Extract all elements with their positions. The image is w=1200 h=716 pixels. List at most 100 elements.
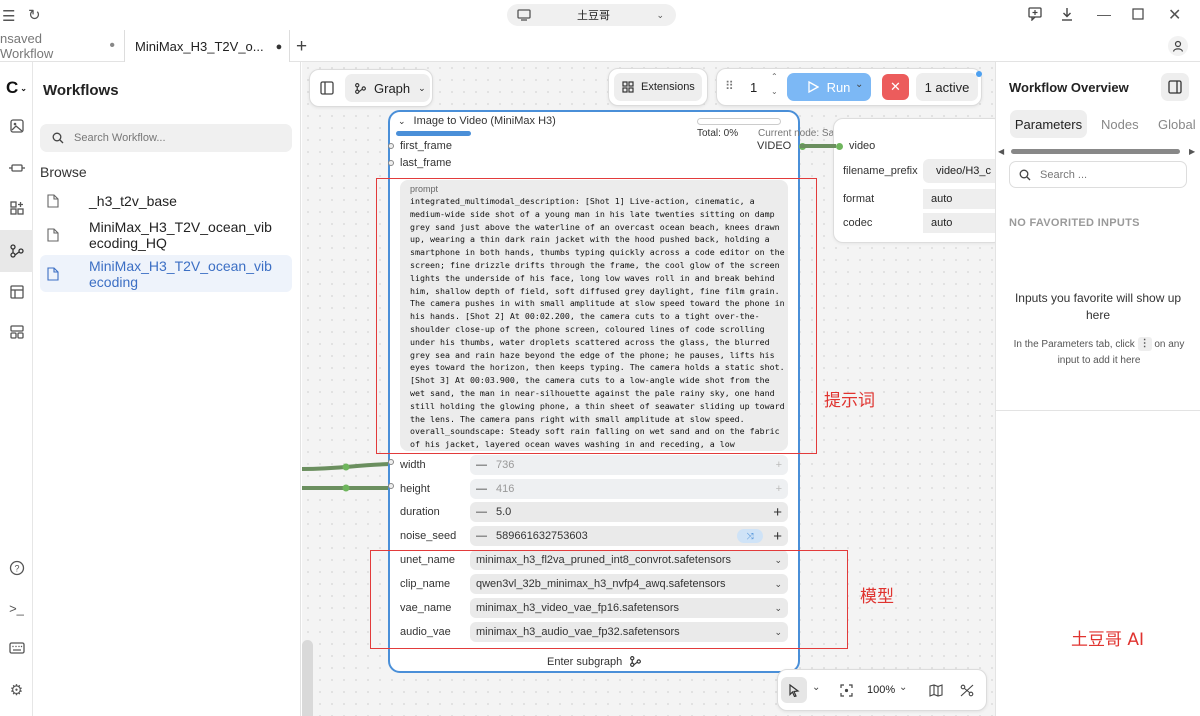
extensions-button[interactable]: Extensions — [614, 73, 702, 101]
minimap-icon[interactable] — [929, 684, 943, 702]
seed-value[interactable]: 589661632753603 — [496, 530, 588, 542]
filename-prefix-input[interactable]: video/H3_c — [923, 159, 995, 183]
panel-toggle-icon[interactable] — [320, 81, 334, 100]
user-avatar[interactable] — [1168, 36, 1188, 56]
select-pointer-button[interactable] — [781, 677, 807, 703]
app-title: 土豆哥 — [577, 10, 610, 22]
height-value[interactable]: 416 — [496, 483, 514, 495]
feedback-icon[interactable] — [1028, 7, 1042, 21]
run-toolbar: ⠿ 1 ⌃ ⌄ Run ⌄ ✕ 1 active — [716, 68, 982, 106]
widget-height[interactable]: height — 416 + — [395, 479, 795, 499]
right-panel-lower: 土豆哥 AI — [995, 410, 1200, 716]
decrement-icon[interactable]: — — [476, 506, 492, 518]
app-title-switcher[interactable]: 土豆哥 ⌄ — [507, 4, 676, 26]
toggle-panel-button[interactable] — [1161, 73, 1189, 101]
increment-icon[interactable]: + — [773, 528, 782, 545]
new-tab-plus-icon[interactable]: + — [296, 36, 307, 58]
workflows-icon[interactable] — [0, 230, 33, 272]
workflow-item-active[interactable]: MiniMax_H3_T2V_ocean_vib ecoding — [40, 255, 292, 292]
widget-width[interactable]: width — 736 + — [395, 455, 795, 475]
watermark-label: 土豆哥 AI — [1071, 630, 1145, 650]
fit-view-icon[interactable] — [840, 684, 853, 702]
width-value[interactable]: 736 — [496, 459, 514, 471]
decrement-icon[interactable]: — — [476, 459, 492, 471]
tab-parameters[interactable]: Parameters — [1010, 110, 1087, 138]
link-midpoint[interactable] — [342, 463, 350, 471]
workflow-item[interactable]: _h3_t2v_base — [40, 193, 292, 209]
increment-icon[interactable]: + — [773, 504, 782, 521]
randomize-shuffle-icon[interactable]: ⤨ — [737, 529, 764, 543]
total-progress-bar — [697, 118, 781, 125]
chevron-down-icon[interactable]: ⌄ — [812, 682, 820, 693]
subgraph-icon — [630, 656, 642, 667]
format-select[interactable]: auto — [923, 189, 995, 209]
terminal-icon[interactable]: >_ — [0, 590, 33, 626]
tab-unsaved-workflow[interactable]: nsaved Workflow • — [0, 30, 125, 62]
menu-icon[interactable]: ☰ — [2, 7, 15, 25]
link-midpoint[interactable] — [342, 484, 350, 492]
codec-select[interactable]: auto — [923, 213, 995, 233]
queue-count-input[interactable]: 1 — [750, 80, 757, 95]
images-icon[interactable] — [0, 108, 33, 144]
collapse-chevron-icon[interactable]: ⌄ — [398, 116, 406, 127]
stop-button[interactable]: ✕ — [882, 74, 909, 100]
input-slot-video[interactable]: video — [836, 140, 875, 152]
widget-noise-seed[interactable]: noise_seed — 589661632753603 ⤨ + — [395, 526, 795, 546]
widget-label: codec — [843, 217, 873, 229]
graph-mode-dropdown[interactable]: Graph ⌄ — [345, 74, 430, 102]
empty-heading: NO FAVORITED INPUTS — [1009, 217, 1140, 229]
comfy-logo-icon[interactable]: C ⌄ — [0, 70, 33, 106]
output-slot-video[interactable]: VIDEO — [757, 140, 807, 152]
increment-icon[interactable]: + — [776, 483, 782, 495]
workflow-item[interactable]: MiniMax_H3_T2V_ocean_vib ecoding_HQ — [40, 219, 292, 251]
maximize-icon[interactable] — [1132, 8, 1144, 20]
slot-label: video — [849, 140, 876, 152]
scroll-left-icon[interactable]: ◀ — [998, 147, 1004, 156]
tabs-scrollbar[interactable] — [1011, 149, 1180, 154]
active-queue-button[interactable]: 1 active — [916, 73, 978, 101]
node-library-icon[interactable] — [0, 190, 33, 226]
tab-nodes[interactable]: Nodes — [1101, 117, 1139, 132]
hide-links-icon[interactable] — [960, 684, 974, 702]
decrement-icon[interactable]: ⌄ — [771, 87, 778, 96]
widget-duration[interactable]: duration — 5.0 + — [395, 502, 795, 522]
enter-subgraph-button[interactable]: Enter subgraph — [547, 655, 642, 668]
drag-handle-icon[interactable]: ⠿ — [725, 79, 734, 93]
increment-icon[interactable]: ⌃ — [771, 72, 778, 81]
input-slot-first-frame[interactable]: first_frame — [388, 140, 452, 152]
node-title-bar[interactable]: ⌄ Image to Video (MiniMax H3) — [398, 115, 558, 127]
zoom-level[interactable]: 100% — [867, 684, 895, 696]
help-icon[interactable]: ? — [0, 550, 33, 586]
decrement-icon[interactable]: — — [476, 530, 492, 542]
minimize-icon[interactable]: — — [1097, 6, 1111, 22]
scroll-right-icon[interactable]: ▶ — [1189, 147, 1195, 156]
layout-icon[interactable] — [0, 314, 33, 350]
tab-bar: nsaved Workflow • MiniMax_H3_T2V_o... ● … — [0, 30, 1200, 63]
file-icon — [40, 219, 66, 251]
model-library-icon[interactable] — [0, 150, 33, 186]
search-workflow-input[interactable]: Search Workflow... — [40, 124, 292, 152]
decrement-icon[interactable]: — — [476, 483, 492, 495]
increment-icon[interactable]: + — [776, 459, 782, 471]
node-progress-bar — [396, 131, 471, 136]
download-icon[interactable] — [1060, 7, 1074, 21]
user-icon — [1172, 40, 1184, 52]
sidebar-title: Workflows — [43, 82, 119, 99]
search-icon — [52, 132, 64, 144]
run-options-chevron-icon[interactable]: ⌄ — [855, 79, 863, 90]
overview-search-input[interactable]: Search ... — [1009, 161, 1187, 188]
input-slot-last-frame[interactable]: last_frame — [388, 157, 451, 169]
keyboard-icon[interactable] — [0, 630, 33, 666]
close-icon[interactable]: ✕ — [1168, 5, 1181, 25]
tab-label: Parameters — [1014, 116, 1083, 132]
templates-icon[interactable] — [0, 274, 33, 310]
tab-label: MiniMax_H3_T2V_o... — [135, 39, 264, 54]
canvas-bottom-toolbar: ⌄ 100% ⌄ — [777, 669, 987, 711]
tab-minimax-workflow[interactable]: MiniMax_H3_T2V_o... ● — [124, 30, 290, 63]
chevron-down-icon[interactable]: ⌄ — [899, 682, 907, 693]
settings-gear-icon[interactable]: ⚙ — [0, 672, 33, 708]
search-placeholder: Search ... — [1040, 168, 1088, 181]
refresh-icon[interactable]: ↻ — [28, 6, 41, 24]
duration-value[interactable]: 5.0 — [496, 506, 511, 518]
tab-global[interactable]: Global — [1158, 117, 1196, 132]
